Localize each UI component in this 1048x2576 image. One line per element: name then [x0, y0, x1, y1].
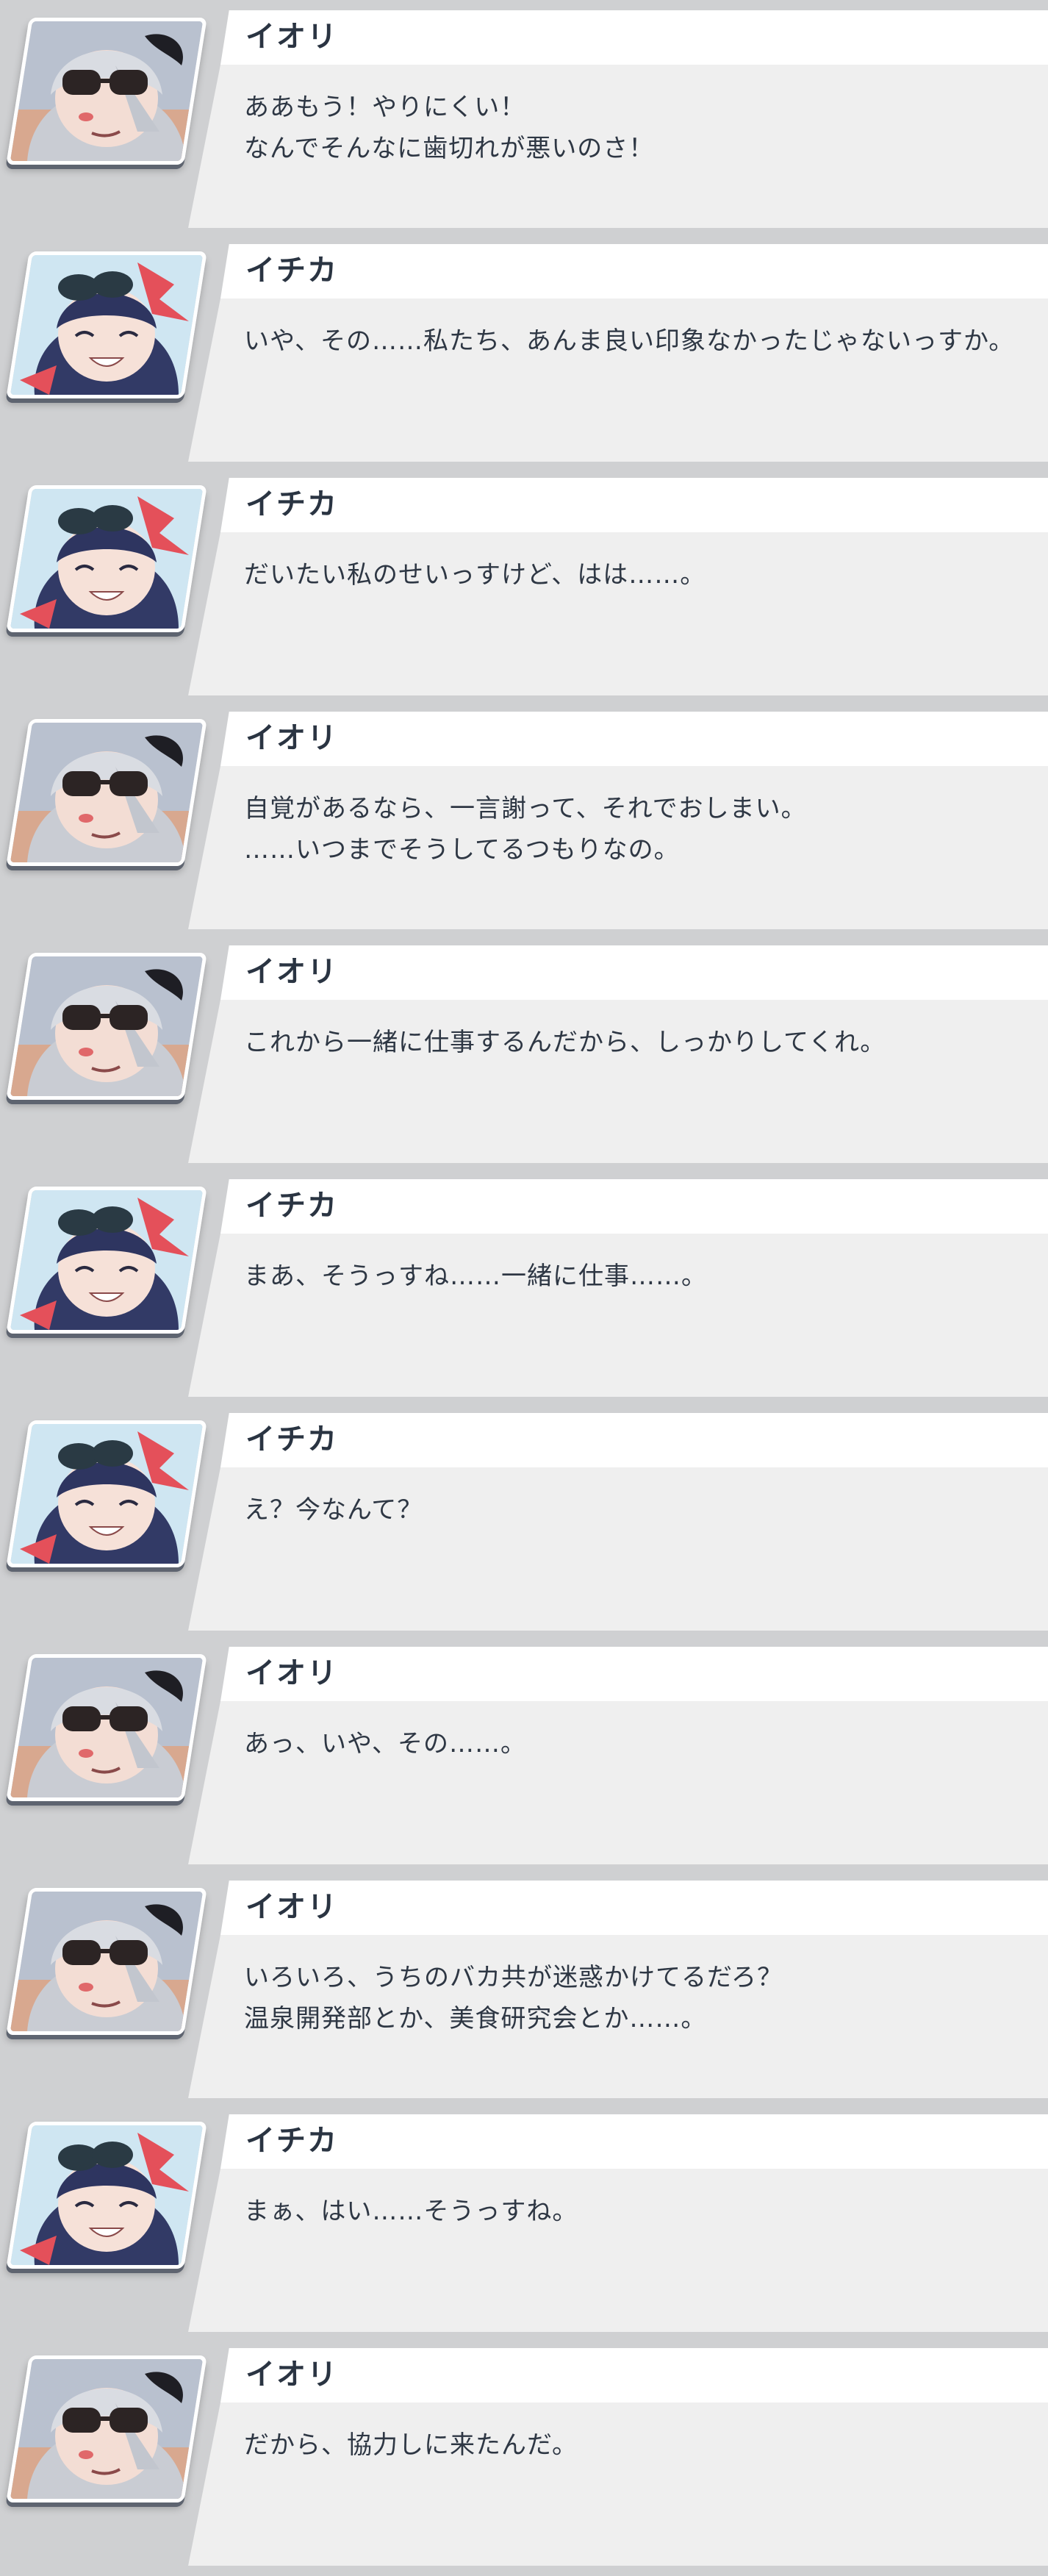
dialogue-text-box — [188, 1467, 1048, 1631]
ichika-portrait — [6, 1187, 207, 1334]
dialogue-line: 温泉開発部とか、美食研究会とか……。 — [244, 2004, 707, 2033]
dialogue-text-box — [188, 2169, 1048, 2332]
dialogue-line: まぁ、はい……そうっすね。 — [244, 2197, 578, 2226]
name-plate — [220, 1881, 1048, 1935]
speaker-name: イオリ — [245, 1890, 338, 1924]
dialogue-entry: イオリ いろいろ、うちのバカ共が迷惑かけてるだろ？ 温泉開発部とか、美食研究会と… — [0, 1870, 1048, 2104]
name-plate — [220, 10, 1048, 65]
speaker-name: イオリ — [245, 721, 338, 755]
speaker-name: イチカ — [245, 1423, 338, 1456]
iori-portrait — [6, 18, 207, 165]
speaker-name: イオリ — [245, 955, 338, 989]
ichika-portrait — [6, 1420, 207, 1567]
dialogue-entry: イオリ ああもう！やりにくい！ なんでそんなに歯切れが悪いのさ！ — [0, 0, 1048, 234]
dialogue-text-box — [188, 532, 1048, 695]
speaker-name: イチカ — [245, 487, 338, 521]
dialogue-entry: イオリ 自覚があるなら、一言謝って、それでおしまい。 ……いつまでそうしてるつも… — [0, 701, 1048, 935]
dialogue-line: だから、協力しに来たんだ。 — [244, 2430, 578, 2460]
iori-portrait — [6, 1888, 207, 2035]
iori-portrait — [6, 719, 207, 866]
name-plate — [220, 478, 1048, 532]
dialogue-entry: イチカ いや、その……私たち、あんま良い印象なかったじゃないっすか。 — [0, 234, 1048, 468]
speaker-name: イオリ — [245, 20, 338, 54]
dialogue-text-box — [188, 1234, 1048, 1397]
dialogue-line: まあ、そうっすね……一緒に仕事……。 — [244, 1262, 707, 1291]
dialogue-line: ああもう！やりにくい！ — [244, 93, 526, 122]
name-plate — [220, 1179, 1048, 1234]
dialogue-entry: イオリ これから一緒に仕事するんだから、しっかりしてくれ。 — [0, 935, 1048, 1169]
ichika-portrait — [6, 251, 207, 398]
speaker-name: イチカ — [245, 254, 338, 287]
dialogue-text-box — [188, 1701, 1048, 1864]
dialogue-entry: イオリ だから、協力しに来たんだ。 — [0, 2338, 1048, 2572]
dialogue-entry: イチカ だいたい私のせいっすけど、はは……。 — [0, 468, 1048, 701]
name-plate — [220, 1413, 1048, 1467]
dialogue-line: だいたい私のせいっすけど、はは……。 — [244, 560, 706, 590]
name-plate — [220, 244, 1048, 298]
dialogue-log: イオリ ああもう！やりにくい！ なんでそんなに歯切れが悪いのさ！ イチカ いや、… — [0, 0, 1048, 2576]
dialogue-entry: イチカ まぁ、はい……そうっすね。 — [0, 2104, 1048, 2338]
dialogue-line: これから一緒に仕事するんだから、しっかりしてくれ。 — [244, 1028, 886, 1057]
dialogue-entry: イチカ まあ、そうっすね……一緒に仕事……。 — [0, 1169, 1048, 1403]
name-plate — [220, 712, 1048, 766]
name-plate — [220, 945, 1048, 1000]
iori-portrait — [6, 2355, 207, 2502]
iori-portrait — [6, 1654, 207, 1801]
speaker-name: イオリ — [245, 2358, 338, 2391]
name-plate — [220, 2114, 1048, 2169]
name-plate — [220, 2348, 1048, 2403]
dialogue-line: いや、その……私たち、あんま良い印象なかったじゃないっすか。 — [244, 326, 1015, 356]
speaker-name: イオリ — [245, 1656, 338, 1690]
dialogue-text-box — [188, 1000, 1048, 1163]
speaker-name: イチカ — [245, 1189, 338, 1223]
name-plate — [220, 1647, 1048, 1701]
speaker-name: イチカ — [245, 2124, 338, 2158]
dialogue-entry: イオリ あっ、いや、その……。 — [0, 1636, 1048, 1870]
dialogue-line: ……いつまでそうしてるつもりなの。 — [244, 835, 680, 865]
dialogue-line: え？今なんて？ — [244, 1495, 423, 1525]
ichika-portrait — [6, 485, 207, 632]
dialogue-entry: イチカ え？今なんて？ — [0, 1403, 1048, 1636]
iori-portrait — [6, 953, 207, 1100]
dialogue-line: なんでそんなに歯切れが悪いのさ！ — [244, 134, 655, 163]
ichika-portrait — [6, 2122, 207, 2269]
dialogue-line: あっ、いや、その……。 — [244, 1729, 526, 1759]
dialogue-text-box — [188, 2403, 1048, 2566]
dialogue-line: 自覚があるなら、一言謝って、それでおしまい。 — [244, 794, 807, 823]
dialogue-text-box — [188, 298, 1048, 462]
dialogue-line: いろいろ、うちのバカ共が迷惑かけてるだろ？ — [244, 1963, 783, 1992]
